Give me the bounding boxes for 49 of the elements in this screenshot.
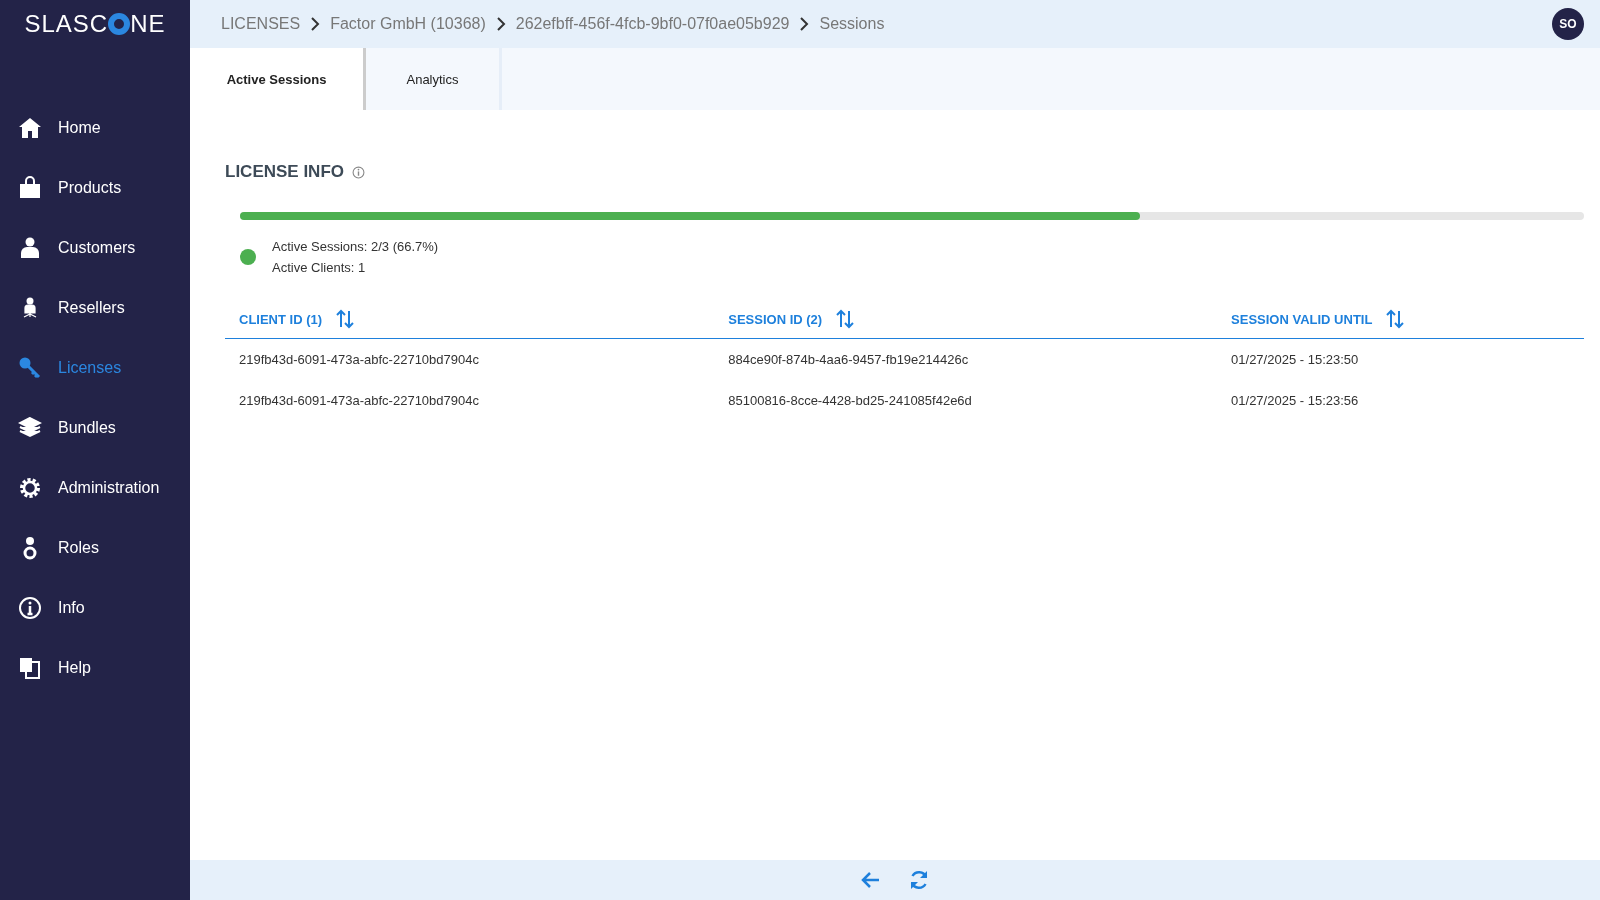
chevron-right-icon (310, 17, 321, 31)
column-header[interactable]: CLIENT ID (1) (239, 311, 323, 327)
sidebar-item[interactable]: Info (0, 578, 190, 638)
refresh-icon (908, 869, 930, 891)
status-dot (240, 249, 256, 265)
key-icon (18, 356, 42, 380)
sidebar-item[interactable]: Products (0, 158, 190, 218)
logo-text: SLASC (24, 10, 109, 38)
table-cell: 01/27/2025 - 15:23:50 (1231, 352, 1359, 367)
breadcrumb-link[interactable]: LICENSES (221, 15, 301, 33)
sidebar-item[interactable]: Help (0, 638, 190, 698)
sort-icon[interactable] (1386, 309, 1405, 329)
stat-text: Active Sessions: 2/3 (66.7%) (272, 238, 439, 256)
home-icon (18, 116, 42, 140)
table-cell: 85100816-8cce-4428-bd25-241085f42e6d (728, 393, 972, 408)
sidebar-item[interactable]: Resellers (0, 278, 190, 338)
person-icon (18, 236, 42, 260)
section-title: LICENSE INFO (225, 162, 344, 182)
sidebar-item[interactable]: Licenses (0, 338, 190, 398)
stat-text: Active Clients: 1 (272, 259, 366, 277)
table-cell: 01/27/2025 - 15:23:56 (1231, 393, 1359, 408)
column-header[interactable]: SESSION VALID UNTIL (1231, 311, 1373, 327)
sort-icon[interactable] (836, 309, 855, 329)
table-cell: 219fb43d-6091-473a-abfc-22710bd7904c (239, 393, 479, 408)
refresh-button[interactable] (908, 869, 930, 891)
sidebar-item[interactable]: Administration (0, 458, 190, 518)
sidebar-item[interactable]: Home (0, 98, 190, 158)
sort-icon[interactable] (336, 309, 355, 329)
sidebar-item[interactable]: Roles (0, 518, 190, 578)
info-icon[interactable] (352, 165, 365, 179)
table-cell: 219fb43d-6091-473a-abfc-22710bd7904c (239, 352, 479, 367)
user-avatar[interactable]: SO (1552, 8, 1584, 40)
logo-text: NE (130, 10, 166, 38)
column-header[interactable]: SESSION ID (2) (728, 311, 823, 327)
sidebar-item[interactable]: Bundles (0, 398, 190, 458)
tab[interactable]: Active Sessions (190, 48, 366, 110)
table-cell: 884ce90f-874b-4aa6-9457-fb19e214426c (728, 352, 969, 367)
breadcrumb-link[interactable]: Factor GmbH (10368) (330, 15, 486, 33)
chevron-right-icon (495, 17, 506, 31)
sidebar-item[interactable]: Customers (0, 218, 190, 278)
info-icon (18, 596, 42, 620)
chevron-right-icon (799, 17, 810, 31)
breadcrumb-link[interactable]: 262efbff-456f-4fcb-9bf0-07f0ae05b929 (515, 15, 790, 33)
logo-ring-icon (108, 13, 131, 35)
breadcrumb-link[interactable]: Sessions (819, 15, 885, 33)
gear-icon (18, 476, 42, 500)
stack-icon (18, 416, 42, 440)
bag-icon (18, 176, 42, 200)
help-document-icon (18, 656, 42, 680)
